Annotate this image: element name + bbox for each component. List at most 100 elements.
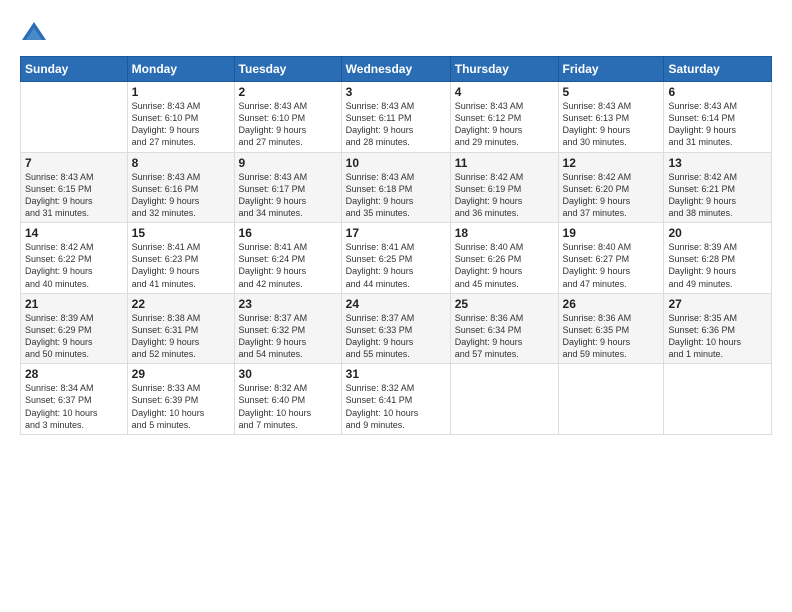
calendar-cell xyxy=(664,364,772,435)
calendar-cell: 28Sunrise: 8:34 AM Sunset: 6:37 PM Dayli… xyxy=(21,364,128,435)
day-info: Sunrise: 8:38 AM Sunset: 6:31 PM Dayligh… xyxy=(132,312,230,361)
day-number: 17 xyxy=(346,226,446,240)
day-info: Sunrise: 8:37 AM Sunset: 6:33 PM Dayligh… xyxy=(346,312,446,361)
day-number: 2 xyxy=(239,85,337,99)
logo xyxy=(20,20,52,48)
calendar-cell: 2Sunrise: 8:43 AM Sunset: 6:10 PM Daylig… xyxy=(234,82,341,153)
calendar-cell: 16Sunrise: 8:41 AM Sunset: 6:24 PM Dayli… xyxy=(234,223,341,294)
calendar-week-3: 14Sunrise: 8:42 AM Sunset: 6:22 PM Dayli… xyxy=(21,223,772,294)
day-info: Sunrise: 8:36 AM Sunset: 6:35 PM Dayligh… xyxy=(563,312,660,361)
weekday-header-wednesday: Wednesday xyxy=(341,57,450,82)
weekday-header-row: SundayMondayTuesdayWednesdayThursdayFrid… xyxy=(21,57,772,82)
calendar-cell: 4Sunrise: 8:43 AM Sunset: 6:12 PM Daylig… xyxy=(450,82,558,153)
weekday-header-friday: Friday xyxy=(558,57,664,82)
day-info: Sunrise: 8:43 AM Sunset: 6:13 PM Dayligh… xyxy=(563,100,660,149)
day-info: Sunrise: 8:39 AM Sunset: 6:29 PM Dayligh… xyxy=(25,312,123,361)
day-number: 1 xyxy=(132,85,230,99)
day-number: 26 xyxy=(563,297,660,311)
calendar-cell: 20Sunrise: 8:39 AM Sunset: 6:28 PM Dayli… xyxy=(664,223,772,294)
weekday-header-sunday: Sunday xyxy=(21,57,128,82)
calendar-cell: 25Sunrise: 8:36 AM Sunset: 6:34 PM Dayli… xyxy=(450,293,558,364)
day-info: Sunrise: 8:40 AM Sunset: 6:26 PM Dayligh… xyxy=(455,241,554,290)
day-info: Sunrise: 8:43 AM Sunset: 6:11 PM Dayligh… xyxy=(346,100,446,149)
day-number: 18 xyxy=(455,226,554,240)
weekday-header-monday: Monday xyxy=(127,57,234,82)
day-info: Sunrise: 8:41 AM Sunset: 6:24 PM Dayligh… xyxy=(239,241,337,290)
day-number: 16 xyxy=(239,226,337,240)
calendar-cell: 14Sunrise: 8:42 AM Sunset: 6:22 PM Dayli… xyxy=(21,223,128,294)
calendar-cell: 3Sunrise: 8:43 AM Sunset: 6:11 PM Daylig… xyxy=(341,82,450,153)
page: SundayMondayTuesdayWednesdayThursdayFrid… xyxy=(0,0,792,612)
calendar-week-5: 28Sunrise: 8:34 AM Sunset: 6:37 PM Dayli… xyxy=(21,364,772,435)
day-number: 29 xyxy=(132,367,230,381)
calendar-cell: 23Sunrise: 8:37 AM Sunset: 6:32 PM Dayli… xyxy=(234,293,341,364)
calendar-cell: 24Sunrise: 8:37 AM Sunset: 6:33 PM Dayli… xyxy=(341,293,450,364)
day-number: 23 xyxy=(239,297,337,311)
day-number: 22 xyxy=(132,297,230,311)
calendar-cell: 10Sunrise: 8:43 AM Sunset: 6:18 PM Dayli… xyxy=(341,152,450,223)
day-info: Sunrise: 8:43 AM Sunset: 6:14 PM Dayligh… xyxy=(668,100,767,149)
logo-icon xyxy=(20,20,48,48)
day-info: Sunrise: 8:43 AM Sunset: 6:10 PM Dayligh… xyxy=(132,100,230,149)
day-number: 11 xyxy=(455,156,554,170)
calendar-cell: 13Sunrise: 8:42 AM Sunset: 6:21 PM Dayli… xyxy=(664,152,772,223)
calendar-cell: 30Sunrise: 8:32 AM Sunset: 6:40 PM Dayli… xyxy=(234,364,341,435)
calendar-cell: 12Sunrise: 8:42 AM Sunset: 6:20 PM Dayli… xyxy=(558,152,664,223)
day-number: 7 xyxy=(25,156,123,170)
calendar-cell: 17Sunrise: 8:41 AM Sunset: 6:25 PM Dayli… xyxy=(341,223,450,294)
weekday-header-thursday: Thursday xyxy=(450,57,558,82)
day-number: 14 xyxy=(25,226,123,240)
day-number: 21 xyxy=(25,297,123,311)
day-info: Sunrise: 8:33 AM Sunset: 6:39 PM Dayligh… xyxy=(132,382,230,431)
day-number: 28 xyxy=(25,367,123,381)
calendar-cell xyxy=(450,364,558,435)
day-info: Sunrise: 8:43 AM Sunset: 6:17 PM Dayligh… xyxy=(239,171,337,220)
day-number: 13 xyxy=(668,156,767,170)
day-info: Sunrise: 8:42 AM Sunset: 6:20 PM Dayligh… xyxy=(563,171,660,220)
calendar-table: SundayMondayTuesdayWednesdayThursdayFrid… xyxy=(20,56,772,435)
day-number: 3 xyxy=(346,85,446,99)
calendar-cell: 6Sunrise: 8:43 AM Sunset: 6:14 PM Daylig… xyxy=(664,82,772,153)
weekday-header-tuesday: Tuesday xyxy=(234,57,341,82)
day-info: Sunrise: 8:43 AM Sunset: 6:12 PM Dayligh… xyxy=(455,100,554,149)
day-info: Sunrise: 8:36 AM Sunset: 6:34 PM Dayligh… xyxy=(455,312,554,361)
day-info: Sunrise: 8:43 AM Sunset: 6:16 PM Dayligh… xyxy=(132,171,230,220)
calendar-cell: 11Sunrise: 8:42 AM Sunset: 6:19 PM Dayli… xyxy=(450,152,558,223)
calendar-cell: 1Sunrise: 8:43 AM Sunset: 6:10 PM Daylig… xyxy=(127,82,234,153)
day-info: Sunrise: 8:32 AM Sunset: 6:40 PM Dayligh… xyxy=(239,382,337,431)
calendar-cell: 26Sunrise: 8:36 AM Sunset: 6:35 PM Dayli… xyxy=(558,293,664,364)
day-info: Sunrise: 8:32 AM Sunset: 6:41 PM Dayligh… xyxy=(346,382,446,431)
day-number: 19 xyxy=(563,226,660,240)
calendar-cell: 22Sunrise: 8:38 AM Sunset: 6:31 PM Dayli… xyxy=(127,293,234,364)
day-info: Sunrise: 8:40 AM Sunset: 6:27 PM Dayligh… xyxy=(563,241,660,290)
day-info: Sunrise: 8:41 AM Sunset: 6:23 PM Dayligh… xyxy=(132,241,230,290)
day-number: 27 xyxy=(668,297,767,311)
calendar-cell: 8Sunrise: 8:43 AM Sunset: 6:16 PM Daylig… xyxy=(127,152,234,223)
day-number: 15 xyxy=(132,226,230,240)
day-number: 4 xyxy=(455,85,554,99)
calendar-cell: 7Sunrise: 8:43 AM Sunset: 6:15 PM Daylig… xyxy=(21,152,128,223)
day-info: Sunrise: 8:43 AM Sunset: 6:15 PM Dayligh… xyxy=(25,171,123,220)
day-info: Sunrise: 8:42 AM Sunset: 6:22 PM Dayligh… xyxy=(25,241,123,290)
calendar-cell: 18Sunrise: 8:40 AM Sunset: 6:26 PM Dayli… xyxy=(450,223,558,294)
day-info: Sunrise: 8:34 AM Sunset: 6:37 PM Dayligh… xyxy=(25,382,123,431)
calendar-cell: 15Sunrise: 8:41 AM Sunset: 6:23 PM Dayli… xyxy=(127,223,234,294)
day-info: Sunrise: 8:35 AM Sunset: 6:36 PM Dayligh… xyxy=(668,312,767,361)
day-number: 25 xyxy=(455,297,554,311)
calendar-week-2: 7Sunrise: 8:43 AM Sunset: 6:15 PM Daylig… xyxy=(21,152,772,223)
day-number: 24 xyxy=(346,297,446,311)
day-number: 9 xyxy=(239,156,337,170)
calendar-cell xyxy=(21,82,128,153)
day-number: 5 xyxy=(563,85,660,99)
day-number: 12 xyxy=(563,156,660,170)
day-number: 8 xyxy=(132,156,230,170)
day-info: Sunrise: 8:42 AM Sunset: 6:21 PM Dayligh… xyxy=(668,171,767,220)
day-number: 30 xyxy=(239,367,337,381)
day-info: Sunrise: 8:39 AM Sunset: 6:28 PM Dayligh… xyxy=(668,241,767,290)
calendar-cell: 29Sunrise: 8:33 AM Sunset: 6:39 PM Dayli… xyxy=(127,364,234,435)
calendar-week-4: 21Sunrise: 8:39 AM Sunset: 6:29 PM Dayli… xyxy=(21,293,772,364)
day-info: Sunrise: 8:43 AM Sunset: 6:18 PM Dayligh… xyxy=(346,171,446,220)
day-number: 6 xyxy=(668,85,767,99)
day-number: 10 xyxy=(346,156,446,170)
calendar-cell: 19Sunrise: 8:40 AM Sunset: 6:27 PM Dayli… xyxy=(558,223,664,294)
